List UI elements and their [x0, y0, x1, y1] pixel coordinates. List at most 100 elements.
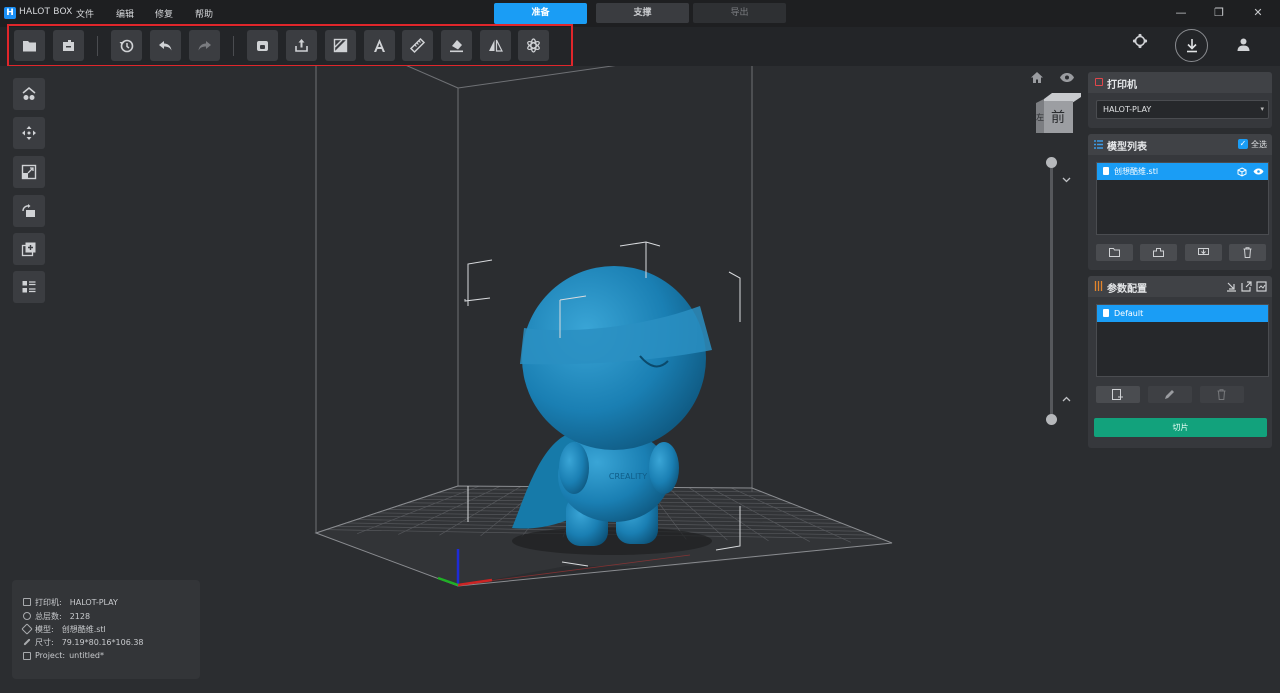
view-cube-front-label: 前 [1051, 109, 1065, 126]
parameter-list-item[interactable]: Default [1097, 305, 1268, 322]
info-printer: 打印机: HALOT-PLAY [23, 597, 118, 608]
printer-icon [23, 598, 31, 606]
layer-slider-track[interactable] [1050, 162, 1053, 420]
settings-button[interactable] [518, 30, 549, 61]
export-profile-icon[interactable] [1241, 281, 1252, 292]
user-icon[interactable] [1236, 37, 1251, 52]
model-list-title: 模型列表 [1107, 142, 1147, 153]
title-bar: H HALOT BOX 文件 编辑 修复 帮助 准备 支撑 导出 — ❐ ✕ [0, 0, 1280, 27]
arrange-button[interactable] [13, 78, 45, 110]
delete-profile-button[interactable] [1200, 386, 1244, 403]
settings-icon [527, 38, 540, 53]
select-all-checkbox[interactable]: ✓ [1238, 139, 1248, 149]
3d-viewport[interactable]: CREALITY 前 左 打印机: HALOT-PLAY 总层数: 2128 模… [0, 66, 1086, 693]
close-button[interactable]: ✕ [1250, 5, 1266, 21]
download-button[interactable] [1175, 29, 1208, 62]
restore-button[interactable]: ❐ [1211, 5, 1227, 21]
layer-slider-top-handle[interactable] [1046, 157, 1057, 168]
new-profile-button[interactable] [1096, 386, 1140, 403]
move-icon [22, 126, 36, 140]
model-list-item-label: 创想酷维.stl [1114, 167, 1159, 176]
printer-panel-title: 打印机 [1107, 80, 1137, 91]
measure-button[interactable] [402, 30, 433, 61]
package-button[interactable] [247, 30, 278, 61]
home-view-icon[interactable] [1030, 71, 1044, 84]
rotate-button[interactable] [13, 195, 45, 227]
delete-model-button[interactable] [1229, 244, 1266, 261]
move-button[interactable] [13, 117, 45, 149]
menu-repair[interactable]: 修复 [155, 7, 173, 20]
open-folder-button[interactable] [14, 30, 45, 61]
tab-export[interactable]: 导出 [693, 3, 786, 23]
menu-edit[interactable]: 编辑 [116, 7, 134, 20]
sliders-icon [1094, 281, 1103, 291]
model-info-panel: 打印机: HALOT-PLAY 总层数: 2128 模型: 创想酷维.stl 尺寸: 7… [12, 580, 200, 679]
import-profile-icon[interactable] [1226, 281, 1237, 292]
model-list-panel: 模型列表 ✓ 全选 创想酷维.stl [1088, 134, 1272, 270]
arrange-icon [22, 87, 36, 100]
pencil-icon [1165, 390, 1174, 399]
clone-icon [21, 242, 36, 257]
info-project-label: Project: [35, 651, 66, 660]
fill-button[interactable] [441, 30, 472, 61]
layer-slider-bottom-handle[interactable] [1046, 414, 1057, 425]
fill-icon [450, 40, 463, 53]
menu-file[interactable]: 文件 [76, 7, 94, 20]
clone-button[interactable] [13, 233, 45, 265]
mirror-button[interactable] [480, 30, 511, 61]
text-button[interactable] [364, 30, 395, 61]
info-layers-value: 2128 [69, 612, 91, 621]
menu-help[interactable]: 帮助 [195, 7, 213, 20]
import-icon [1153, 248, 1164, 257]
info-printer-value: HALOT-PLAY [69, 598, 118, 607]
folder-icon [1109, 248, 1120, 257]
export-model-button[interactable] [286, 30, 317, 61]
redo-button[interactable] [189, 30, 220, 61]
parameter-list[interactable]: Default [1096, 304, 1269, 377]
info-project: Project: untitled* [23, 651, 104, 660]
info-model: 模型: 创想酷维.stl [21, 623, 106, 635]
printer-select-value: HALOT-PLAY [1103, 105, 1152, 114]
measure-icon [409, 37, 426, 54]
calibration-icon[interactable] [1132, 33, 1148, 49]
cube-icon[interactable] [1237, 167, 1247, 177]
add-model-button[interactable] [1096, 244, 1133, 261]
new-profile-icon [1112, 389, 1123, 400]
export-model-list-button[interactable] [1185, 244, 1222, 261]
import-model-button[interactable] [1140, 244, 1177, 261]
history-button[interactable] [111, 30, 142, 61]
save-profile-icon[interactable] [1256, 281, 1267, 292]
info-size-value: 79.19*80.16*106.38 [61, 638, 144, 647]
tab-prepare[interactable]: 准备 [494, 3, 587, 24]
list-icon [22, 281, 36, 293]
parameter-panel-header: 参数配置 [1088, 276, 1272, 297]
file-icon [1103, 309, 1109, 317]
download-icon [1187, 39, 1197, 53]
build-volume [315, 66, 753, 534]
visibility-icon[interactable] [1059, 72, 1075, 83]
app-logo-icon: H [4, 7, 16, 19]
chevron-up-icon[interactable] [1062, 396, 1071, 402]
import-button[interactable] [53, 30, 84, 61]
info-layers: 总层数: 2128 [23, 611, 91, 622]
printer-select[interactable]: HALOT-PLAY ▾ [1096, 100, 1269, 119]
cube-icon [21, 623, 33, 635]
toolbar-divider [97, 36, 98, 56]
view-cube[interactable]: 前 左 [1032, 91, 1082, 135]
model-list[interactable]: 创想酷维.stl [1096, 162, 1269, 235]
tab-support[interactable]: 支撑 [596, 3, 689, 23]
model-list-item[interactable]: 创想酷维.stl [1097, 163, 1268, 180]
scale-button[interactable] [13, 156, 45, 188]
visibility-icon[interactable] [1253, 168, 1264, 175]
export-icon [295, 39, 308, 52]
hollow-button[interactable] [325, 30, 356, 61]
minimize-button[interactable]: — [1173, 5, 1189, 21]
chevron-down-icon[interactable] [1062, 177, 1071, 183]
layer-list-button[interactable] [13, 271, 45, 303]
slice-button[interactable]: 切片 [1094, 418, 1267, 437]
model-list-header: 模型列表 ✓ 全选 [1088, 134, 1272, 155]
model-shadow [512, 527, 712, 555]
undo-button[interactable] [150, 30, 181, 61]
mirror-icon [489, 39, 503, 52]
edit-profile-button[interactable] [1148, 386, 1192, 403]
